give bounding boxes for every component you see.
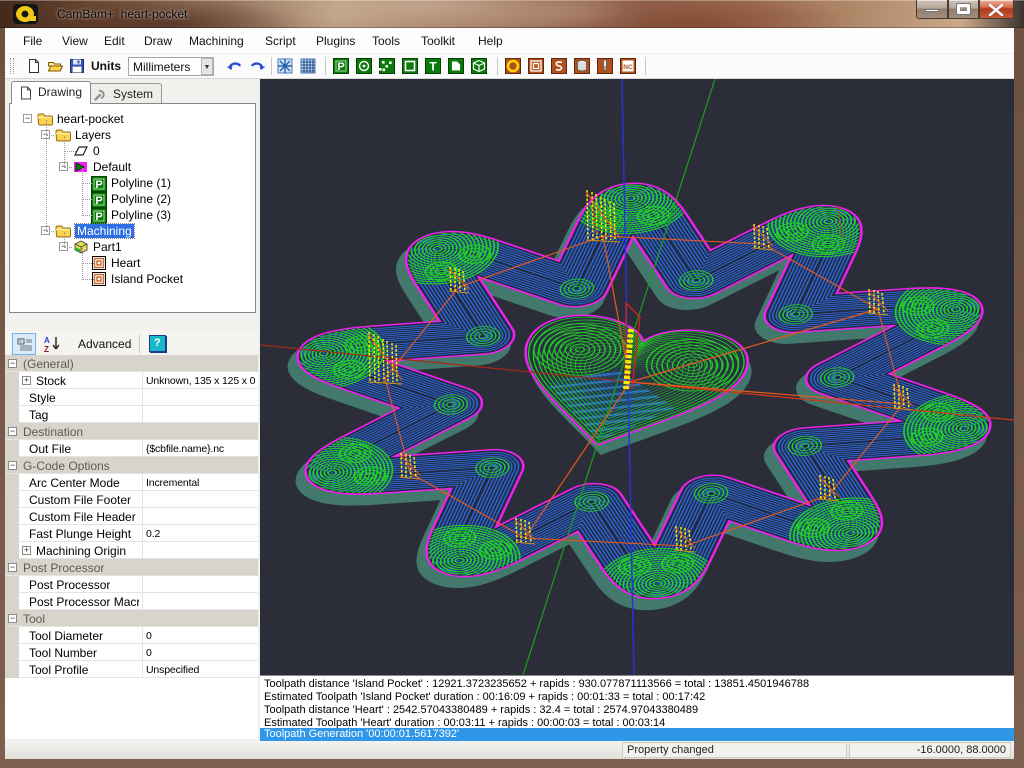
svg-text:NC: NC [623, 64, 633, 71]
svg-text:Z: Z [44, 345, 49, 353]
svg-text:T: T [429, 60, 437, 74]
svg-text:+: + [19, 340, 22, 346]
svg-text:A: A [44, 336, 50, 345]
